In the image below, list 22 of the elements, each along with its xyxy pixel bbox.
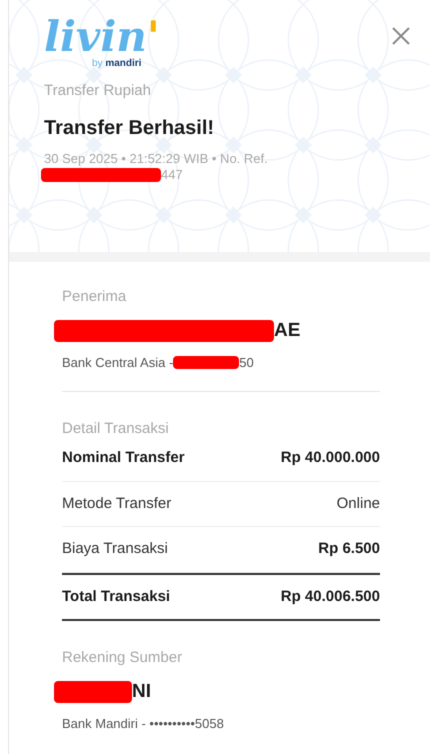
reference-number: 447 (161, 166, 183, 183)
detail-value: Rp 40.006.500 (280, 586, 380, 606)
detail-value: Rp 6.500 (318, 539, 380, 559)
close-icon (390, 24, 412, 47)
logo: livin' by mandiri (44, 16, 160, 71)
recipient-name: AE (274, 318, 300, 342)
detail-value: Online (336, 494, 380, 514)
title: Transfer Berhasil! (44, 116, 216, 140)
section-label: Penerima (62, 287, 128, 307)
account-number: 50 (239, 354, 254, 372)
transaction-meta: 30 Sep 2025 • 21:52:29 WIB • No. Ref. (44, 150, 269, 167)
source-account: Bank Mandiri - ••••••••••5058 (62, 715, 224, 733)
account-holder-name: NI (132, 680, 151, 704)
subtitle: Transfer Rupiah (44, 81, 152, 101)
detail-label: Total Transaksi (62, 586, 170, 606)
detail-label: Metode Transfer (62, 494, 172, 514)
detail-value: Rp 40.000.000 (280, 448, 380, 468)
detail-label: Biaya Transaksi (62, 539, 168, 559)
bank-name: Bank Central Asia - (62, 354, 174, 372)
section-label: Detail Transaksi (62, 418, 170, 438)
section-label: Rekening Sumber (62, 648, 184, 668)
detail-label: Nominal Transfer (62, 448, 185, 468)
